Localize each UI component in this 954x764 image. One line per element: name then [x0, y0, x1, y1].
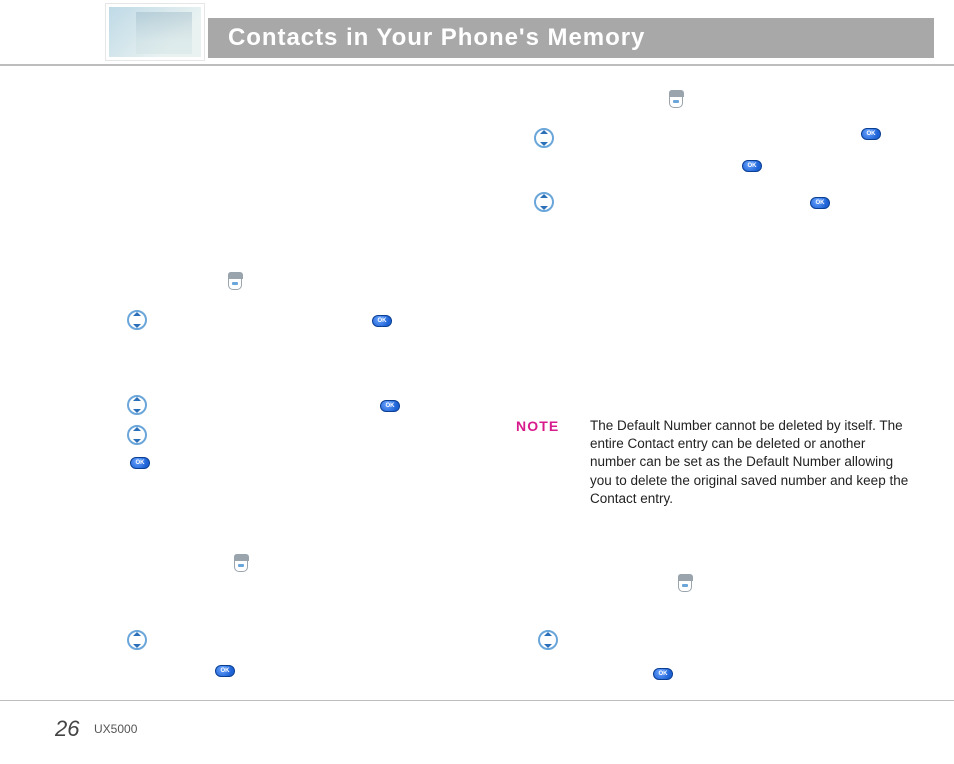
note-label: NOTE: [516, 417, 559, 435]
send-key-icon: [669, 90, 683, 108]
send-key-icon: [234, 554, 248, 572]
page-title-banner: Contacts in Your Phone's Memory: [208, 18, 934, 58]
nav-ring-icon: [127, 630, 147, 650]
header-photo: [106, 4, 204, 60]
ok-button-icon: [861, 128, 881, 140]
rule-bottom: [0, 700, 954, 701]
ok-button-icon: [380, 400, 400, 412]
nav-ring-icon: [538, 630, 558, 650]
nav-ring-icon: [127, 425, 147, 445]
rule-top: [0, 64, 954, 66]
note-body: The Default Number cannot be deleted by …: [590, 417, 910, 508]
ok-button-icon: [653, 668, 673, 680]
nav-ring-icon: [534, 128, 554, 148]
ok-button-icon: [130, 457, 150, 469]
nav-ring-icon: [127, 310, 147, 330]
nav-ring-icon: [534, 192, 554, 212]
ok-button-icon: [742, 160, 762, 172]
send-key-icon: [228, 272, 242, 290]
page-number: 26: [55, 716, 79, 742]
send-key-icon: [678, 574, 692, 592]
ok-button-icon: [372, 315, 392, 327]
model-code: UX5000: [94, 722, 137, 736]
page-title: Contacts in Your Phone's Memory: [228, 24, 645, 52]
ok-button-icon: [215, 665, 235, 677]
nav-ring-icon: [127, 395, 147, 415]
ok-button-icon: [810, 197, 830, 209]
